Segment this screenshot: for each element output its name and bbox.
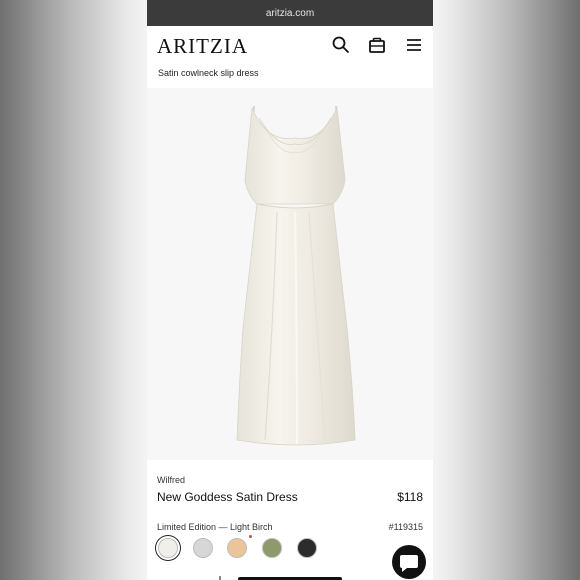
product-name: New Goddess Satin Dress (157, 490, 298, 504)
swatch-silver[interactable] (193, 538, 213, 558)
swatch-sage[interactable] (262, 538, 282, 558)
product-brand[interactable]: Wilfred (157, 475, 185, 485)
menu-icon[interactable] (404, 35, 424, 55)
search-icon[interactable] (331, 35, 351, 55)
site-header: ARITZIA (147, 26, 433, 64)
chat-bubble-icon (400, 555, 418, 572)
selected-color-label: Limited Edition — Light Birch (157, 522, 273, 532)
swatch-light-birch[interactable] (158, 538, 178, 558)
swatch-black[interactable] (297, 538, 317, 558)
product-image[interactable] (147, 88, 433, 460)
new-indicator-dot (249, 535, 252, 538)
scroll-indicator (219, 576, 221, 580)
product-breadcrumb: Satin cowlneck slip dress (158, 68, 259, 78)
chat-button[interactable] (392, 545, 426, 579)
brand-logo[interactable]: ARITZIA (157, 34, 248, 59)
phone-screen: aritzia.com ARITZIA Satin cowlneck slip … (147, 0, 433, 580)
browser-url-bar[interactable]: aritzia.com (147, 0, 433, 26)
swatch-peach[interactable] (227, 538, 247, 558)
product-sku: #119315 (388, 522, 423, 532)
bag-icon[interactable] (367, 35, 387, 55)
url-text: aritzia.com (265, 7, 315, 19)
product-price: $118 (397, 490, 423, 504)
